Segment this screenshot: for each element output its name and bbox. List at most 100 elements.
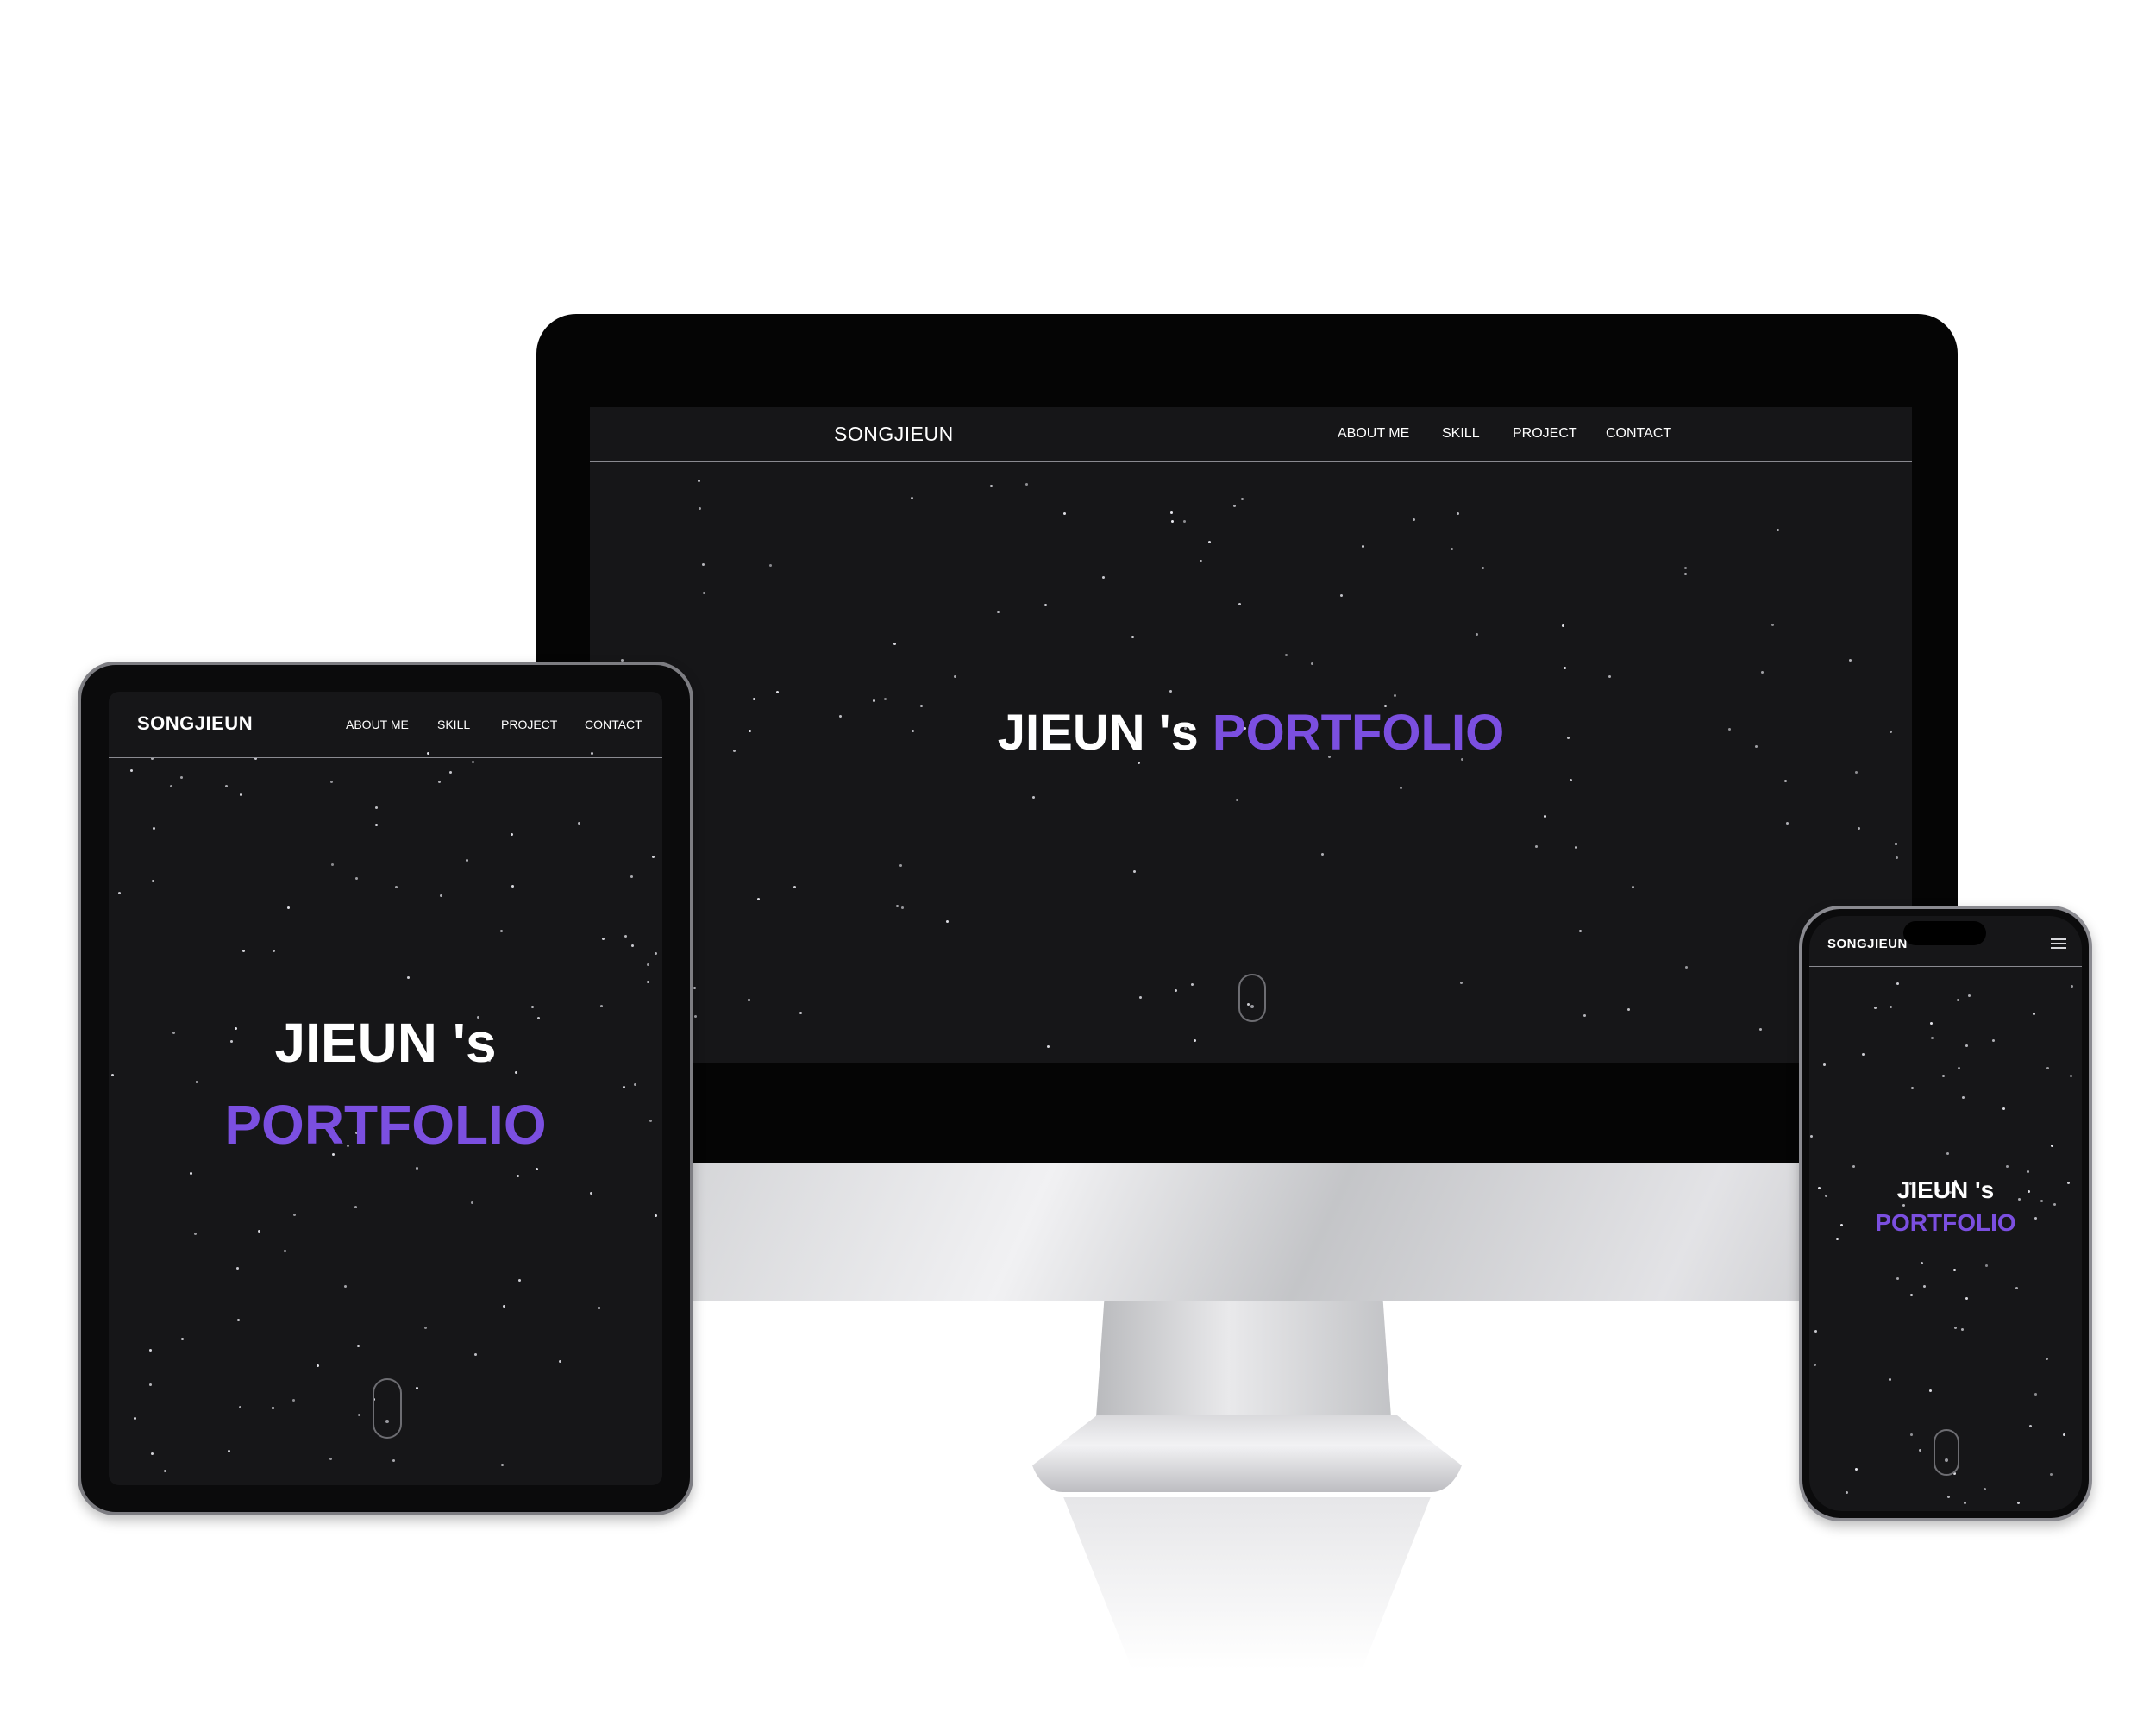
nav-contact[interactable]: CONTACT xyxy=(585,718,642,731)
star xyxy=(1984,1488,1986,1490)
star xyxy=(1849,659,1852,662)
star xyxy=(698,480,700,482)
hero-title-name: JIEUN 's xyxy=(274,1012,497,1074)
nav-project[interactable]: PROJECT xyxy=(1513,426,1577,442)
star xyxy=(1171,520,1174,523)
star xyxy=(1138,762,1140,764)
hero-title: JIEUN 's PORTFOLIO xyxy=(590,704,1912,762)
nav-about-me[interactable]: ABOUT ME xyxy=(1338,426,1409,442)
star xyxy=(329,1458,332,1460)
star xyxy=(416,1387,418,1389)
star xyxy=(647,963,649,966)
star xyxy=(753,698,755,700)
star xyxy=(1685,966,1688,969)
star xyxy=(2002,1107,2005,1110)
scroll-mouse-icon[interactable] xyxy=(373,1378,402,1439)
star xyxy=(149,1383,152,1386)
star xyxy=(1139,996,1142,999)
star xyxy=(1930,1022,1933,1025)
star xyxy=(873,699,875,702)
star xyxy=(1413,518,1415,521)
star xyxy=(424,1327,427,1329)
star xyxy=(2029,1425,2032,1427)
star xyxy=(1962,1096,1965,1099)
star xyxy=(1921,1262,1923,1264)
star xyxy=(284,1250,286,1252)
star xyxy=(153,827,155,830)
star xyxy=(536,1168,538,1170)
star xyxy=(1570,779,1572,781)
star xyxy=(590,1192,592,1195)
star xyxy=(531,1006,534,1008)
star xyxy=(2017,1502,2020,1504)
star xyxy=(703,592,705,594)
star xyxy=(2015,1287,2018,1289)
star xyxy=(375,806,378,809)
monitor-stand-neck xyxy=(1095,1301,1392,1430)
star xyxy=(1810,1135,1813,1138)
star xyxy=(1241,498,1244,500)
star xyxy=(1608,675,1611,678)
star xyxy=(2027,1170,2029,1173)
scroll-mouse-icon[interactable] xyxy=(1238,974,1266,1022)
star xyxy=(1535,845,1538,848)
brand-logo[interactable]: SONGJIEUN xyxy=(1827,937,1908,951)
star xyxy=(1482,567,1484,569)
nav-skill[interactable]: SKILL xyxy=(437,718,470,731)
star xyxy=(1858,827,1860,830)
star xyxy=(2034,1393,2037,1396)
star xyxy=(757,898,760,900)
star xyxy=(1200,560,1202,562)
nav-project[interactable]: PROJECT xyxy=(501,718,557,731)
star xyxy=(901,906,904,909)
star xyxy=(1992,1039,1995,1042)
star xyxy=(1931,1037,1934,1039)
nav-about-me[interactable]: ABOUT ME xyxy=(346,718,409,731)
star xyxy=(1953,1269,1956,1271)
star xyxy=(1340,594,1343,597)
star xyxy=(1032,796,1035,799)
monitor-stand-base xyxy=(1028,1414,1466,1492)
star xyxy=(331,863,334,866)
star xyxy=(293,1214,296,1216)
nav-skill[interactable]: SKILL xyxy=(1442,426,1480,442)
star xyxy=(194,1233,197,1235)
star xyxy=(631,944,634,947)
star xyxy=(893,643,896,645)
star xyxy=(769,564,772,567)
star xyxy=(652,856,655,858)
star xyxy=(1400,787,1402,789)
star xyxy=(630,875,633,878)
star xyxy=(228,1450,230,1452)
star xyxy=(1564,667,1566,669)
star xyxy=(899,864,902,867)
star xyxy=(503,1305,505,1308)
brand-logo[interactable]: SONGJIEUN xyxy=(834,423,954,446)
star xyxy=(395,886,398,888)
brand-logo[interactable]: SONGJIEUN xyxy=(137,712,253,735)
hero-title-name: JIEUN 's xyxy=(997,705,1199,761)
star xyxy=(990,485,993,487)
star xyxy=(1846,1491,1848,1494)
nav-contact[interactable]: CONTACT xyxy=(1606,426,1671,442)
star xyxy=(1852,1165,1855,1168)
star xyxy=(152,880,154,882)
star xyxy=(602,938,605,940)
star xyxy=(501,1464,504,1466)
star xyxy=(1902,1204,1905,1207)
star xyxy=(1896,856,1898,859)
scroll-mouse-icon[interactable] xyxy=(1934,1429,1959,1476)
star xyxy=(1911,1087,1914,1089)
hamburger-menu-icon[interactable] xyxy=(2051,938,2066,949)
star xyxy=(1964,1502,1966,1504)
star xyxy=(1632,886,1634,888)
star xyxy=(151,1452,154,1455)
star xyxy=(776,691,779,693)
star xyxy=(2063,1433,2065,1436)
star xyxy=(472,761,474,763)
star xyxy=(1777,529,1779,531)
star xyxy=(242,950,245,952)
star xyxy=(884,698,887,700)
star xyxy=(1044,604,1047,606)
star xyxy=(1855,771,1858,774)
